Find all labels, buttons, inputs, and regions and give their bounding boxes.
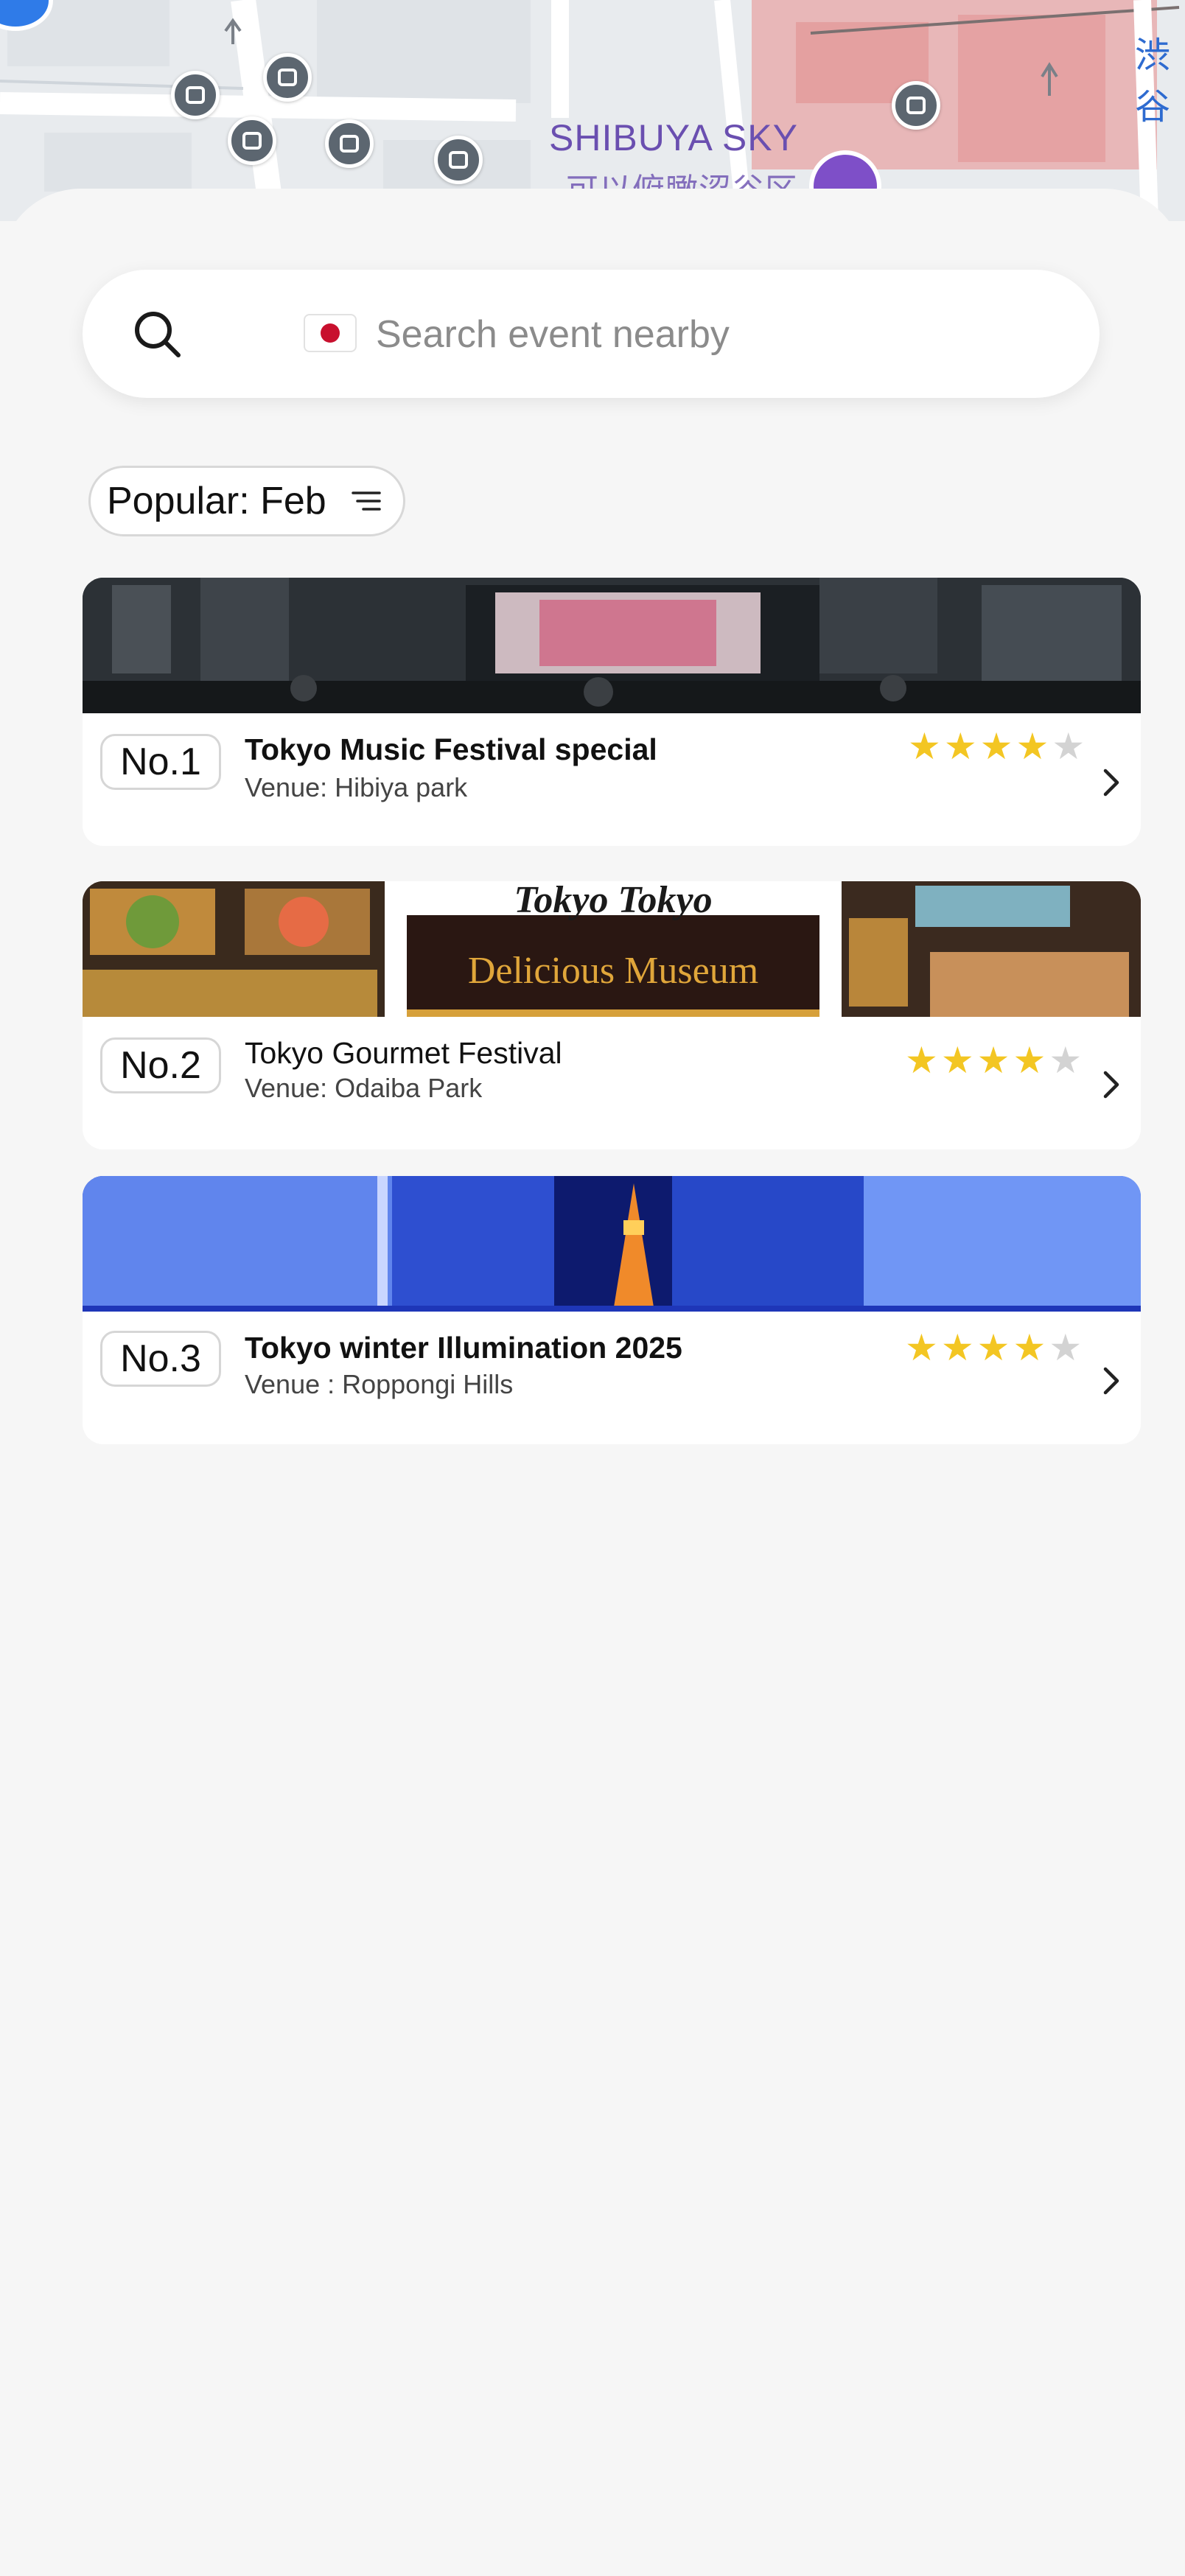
star-empty-icon: ★ bbox=[1049, 1040, 1086, 1081]
event-banner-image bbox=[83, 1176, 1141, 1312]
star-icon: ★ bbox=[1013, 1040, 1049, 1081]
event-banner-image bbox=[83, 578, 1141, 713]
bus-stop-icon[interactable] bbox=[228, 116, 276, 165]
event-title: Tokyo winter Illumination 2025 bbox=[245, 1331, 682, 1365]
event-venue: Venue: Hibiya park bbox=[245, 772, 468, 802]
star-empty-icon: ★ bbox=[1049, 1327, 1086, 1368]
bus-stop-icon[interactable] bbox=[892, 81, 940, 130]
map-landmark-label[interactable]: SHIBUYA SKY bbox=[549, 116, 798, 159]
star-icon: ★ bbox=[905, 1327, 941, 1368]
star-icon: ★ bbox=[1016, 726, 1052, 767]
star-icon: ★ bbox=[940, 1040, 977, 1081]
star-icon: ★ bbox=[1013, 1327, 1049, 1368]
rating-stars: ★★★★★ bbox=[905, 1039, 1085, 1082]
star-icon: ★ bbox=[976, 1327, 1013, 1368]
chevron-right-icon[interactable] bbox=[1101, 766, 1122, 799]
search-icon[interactable] bbox=[131, 308, 183, 360]
bus-stop-icon[interactable] bbox=[263, 53, 312, 102]
search-bar[interactable] bbox=[83, 270, 1100, 398]
bus-stop-icon[interactable] bbox=[171, 71, 220, 119]
star-icon: ★ bbox=[908, 726, 944, 767]
event-title: Tokyo Music Festival special bbox=[245, 732, 657, 766]
chevron-right-icon[interactable] bbox=[1101, 1365, 1122, 1397]
rank-badge: No.2 bbox=[100, 1037, 221, 1093]
banner-museum-text: Delicious Museum bbox=[467, 950, 759, 992]
event-banner-image: Tokyo Tokyo Delicious Museum bbox=[83, 881, 1141, 1017]
banner-brand-text: Tokyo Tokyo bbox=[514, 881, 713, 921]
star-icon: ★ bbox=[976, 1040, 1013, 1081]
event-venue: Venue : Roppongi Hills bbox=[245, 1369, 514, 1399]
search-input[interactable] bbox=[374, 307, 1041, 363]
rating-stars: ★★★★★ bbox=[908, 725, 1088, 768]
rating-stars: ★★★★★ bbox=[905, 1326, 1085, 1369]
filter-label: Popular: Feb bbox=[107, 480, 326, 522]
star-icon: ★ bbox=[905, 1040, 941, 1081]
filter-lines-icon bbox=[352, 491, 381, 511]
popular-month-filter[interactable]: Popular: Feb bbox=[88, 466, 405, 536]
chevron-right-icon[interactable] bbox=[1101, 1068, 1122, 1101]
star-icon: ★ bbox=[979, 726, 1016, 767]
star-empty-icon: ★ bbox=[1052, 726, 1088, 767]
rank-badge: No.1 bbox=[100, 734, 221, 790]
rank-badge: No.3 bbox=[100, 1331, 221, 1387]
bus-stop-icon[interactable] bbox=[434, 136, 483, 184]
japan-flag-icon bbox=[304, 314, 357, 352]
event-title: Tokyo Gourmet Festival bbox=[245, 1036, 562, 1070]
event-card[interactable]: No.1 Tokyo Music Festival special Venue:… bbox=[83, 578, 1141, 846]
map-area-label: 渋谷 bbox=[1135, 36, 1172, 127]
map-background[interactable]: SHIBUYA SKY 可以俯瞰涩谷区 渋谷 bbox=[0, 0, 1185, 221]
star-icon: ★ bbox=[940, 1327, 977, 1368]
event-card[interactable]: No.3 Tokyo winter Illumination 2025 Venu… bbox=[83, 1176, 1141, 1444]
star-icon: ★ bbox=[943, 726, 980, 767]
event-venue: Venue: Odaiba Park bbox=[245, 1073, 483, 1103]
bus-stop-icon[interactable] bbox=[325, 119, 374, 168]
event-card[interactable]: Tokyo Tokyo Delicious Museum No.2 Tokyo … bbox=[83, 881, 1141, 1149]
